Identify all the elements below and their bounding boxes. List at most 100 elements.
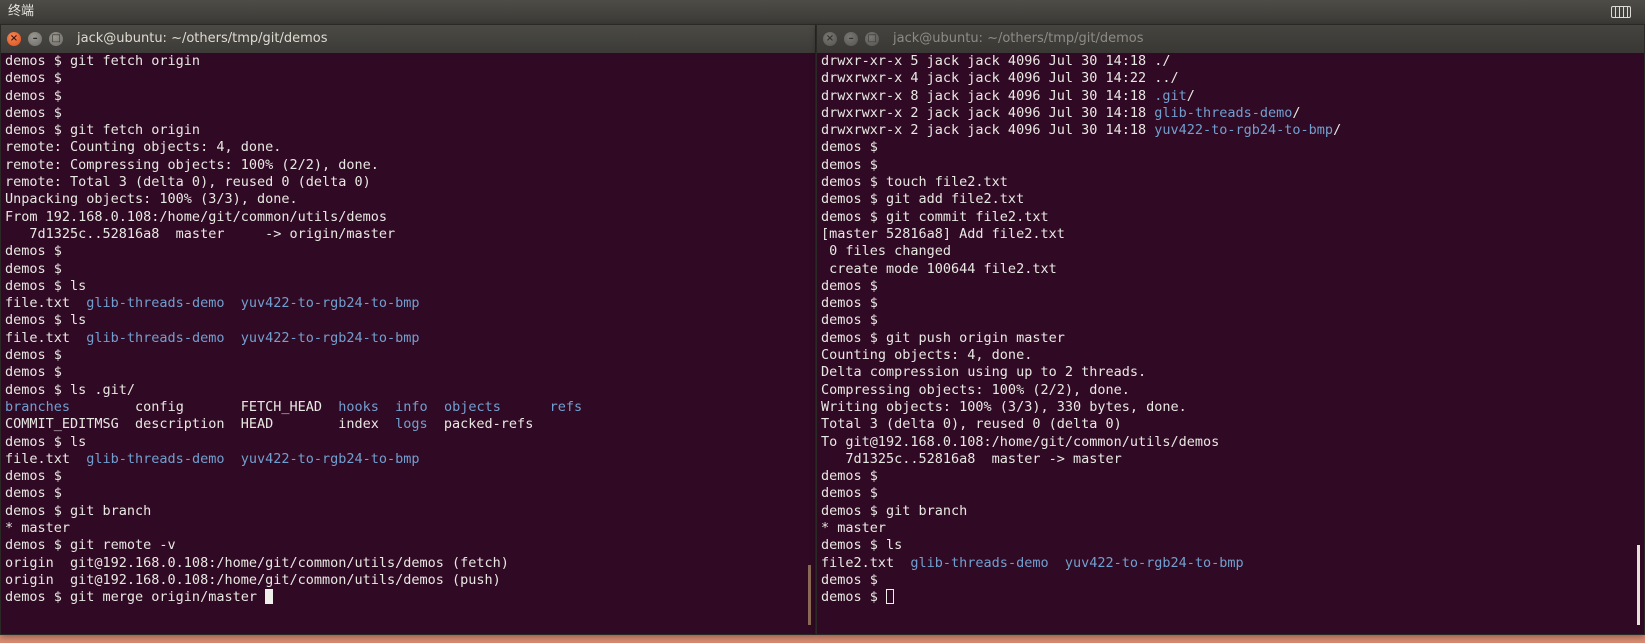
- window-titlebar[interactable]: × – □ jack@ubuntu: ~/others/tmp/git/demo…: [817, 25, 1644, 53]
- keyboard-icon[interactable]: [1611, 6, 1631, 18]
- terminal-text: demos $: [821, 295, 878, 312]
- directory-name: logs: [395, 416, 428, 433]
- terminal-line: demos $ git merge origin/master: [5, 589, 815, 606]
- terminal-text: demos $: [821, 156, 878, 173]
- terminal-line: demos $: [5, 88, 815, 105]
- app-title: 终端: [8, 4, 35, 19]
- scrollbar[interactable]: [808, 565, 811, 625]
- terminal-line: origin git@192.168.0.108:/home/git/commo…: [5, 555, 815, 572]
- terminal-line: To git@192.168.0.108:/home/git/common/ut…: [821, 434, 1644, 451]
- terminal-line: 7d1325c..52816a8 master -> master: [821, 451, 1644, 468]
- terminal-text: To git@192.168.0.108:/home/git/common/ut…: [821, 433, 1220, 450]
- directory-name: yuv422-to-rgb24-to-bmp: [240, 295, 420, 312]
- directory-name: glib-threads-demo: [86, 295, 225, 312]
- terminal-line: demos $ git add file2.txt: [821, 191, 1644, 208]
- terminal-line: demos $: [821, 312, 1644, 329]
- window-title: jack@ubuntu: ~/others/tmp/git/demos: [893, 31, 1144, 46]
- terminal-line: demos $ git fetch origin: [5, 122, 815, 139]
- terminal-text: origin git@192.168.0.108:/home/git/commo…: [5, 554, 509, 571]
- window-controls: × – □: [7, 32, 66, 46]
- window-controls: × – □: [823, 32, 882, 46]
- directory-name: objects: [443, 398, 501, 415]
- terminal-line: create mode 100644 file2.txt: [821, 261, 1644, 278]
- terminal-line: demos $ git remote -v: [5, 537, 815, 554]
- terminal-line: 7d1325c..52816a8 master -> origin/master: [5, 226, 815, 243]
- terminal-line: demos $: [5, 468, 815, 485]
- minimize-button[interactable]: –: [28, 32, 43, 46]
- terminal-line: demos $ git branch: [821, 503, 1644, 520]
- terminal-text: COMMIT_EDITMSG description HEAD index: [5, 416, 396, 433]
- terminal-text: remote: Total 3 (delta 0), reused 0 (del…: [5, 174, 371, 191]
- terminal-text: demos $: [5, 87, 62, 104]
- terminal-line: Compressing objects: 100% (2/2), done.: [821, 382, 1644, 399]
- close-button[interactable]: ×: [7, 32, 21, 46]
- terminal-line: drwxr-xr-x 5 jack jack 4096 Jul 30 14:18…: [821, 53, 1644, 70]
- terminal-line: demos $: [5, 261, 815, 278]
- terminal-text: demos $ git fetch origin: [5, 53, 201, 69]
- terminal-line: demos $: [5, 70, 815, 87]
- maximize-button[interactable]: □: [49, 32, 64, 46]
- directory-name: refs: [549, 398, 583, 415]
- terminal-line: origin git@192.168.0.108:/home/git/commo…: [5, 572, 815, 589]
- maximize-button[interactable]: □: [865, 32, 880, 46]
- terminal-text: Compressing objects: 100% (2/2), done.: [821, 381, 1130, 398]
- terminal-line: Delta compression using up to 2 threads.: [821, 364, 1644, 381]
- terminal-text: Total 3 (delta 0), reused 0 (delta 0): [821, 416, 1122, 433]
- terminal-text: demos $ ls: [5, 312, 87, 329]
- terminal-text: packed-refs: [427, 416, 534, 433]
- terminal-text: drwxr-xr-x 5 jack jack 4096 Jul 30 14:18…: [821, 53, 1171, 69]
- terminal-text: demos $ touch file2.txt: [821, 174, 1008, 191]
- terminal-line: demos $ touch file2.txt: [821, 174, 1644, 191]
- terminal-line: file2.txt glib-threads-demo yuv422-to-rg…: [821, 555, 1644, 572]
- terminal-window-right[interactable]: × – □ jack@ubuntu: ~/others/tmp/git/demo…: [816, 24, 1645, 635]
- terminal-text: demos $: [5, 468, 62, 485]
- terminal-text: demos $ git add file2.txt: [821, 191, 1025, 208]
- terminal-text: demos $ git remote -v: [5, 537, 176, 554]
- terminal-line: 0 files changed: [821, 243, 1644, 260]
- terminal-text: * master: [821, 520, 887, 537]
- terminal-line: demos $: [5, 105, 815, 122]
- terminal-line: file.txt glib-threads-demo yuv422-to-rgb…: [5, 295, 815, 312]
- terminal-text: file.txt: [5, 295, 87, 312]
- terminal-line: [master 52816a8] Add file2.txt: [821, 226, 1644, 243]
- terminal-text: demos $ ls: [5, 433, 87, 450]
- directory-name: branches: [5, 398, 71, 415]
- close-button[interactable]: ×: [823, 32, 837, 46]
- terminal-line: * master: [5, 520, 815, 537]
- terminal-line: demos $ ls: [5, 434, 815, 451]
- terminal-line: demos $: [5, 243, 815, 260]
- terminal-text: remote: Counting objects: 4, done.: [5, 139, 282, 156]
- terminal-text: Unpacking objects: 100% (3/3), done.: [5, 191, 298, 208]
- terminal-text: demos $: [5, 104, 62, 121]
- terminal-text: drwxrwxr-x 4 jack jack 4096 Jul 30 14:22…: [821, 70, 1179, 87]
- directory-name: yuv422-to-rgb24-to-bmp: [1064, 554, 1244, 571]
- terminal-line: demos $ ls: [821, 537, 1644, 554]
- terminal-text: demos $ ls: [5, 277, 87, 294]
- terminal-line: demos $: [5, 347, 815, 364]
- terminal-line: demos $: [5, 364, 815, 381]
- directory-name: yuv422-to-rgb24-to-bmp: [1154, 122, 1334, 139]
- terminal-line: demos $ ls: [5, 312, 815, 329]
- scrollbar[interactable]: [1637, 545, 1640, 625]
- minimize-button[interactable]: –: [844, 32, 859, 46]
- window-titlebar[interactable]: × – □ jack@ubuntu: ~/others/tmp/git/demo…: [1, 25, 815, 53]
- terminal-text: drwxrwxr-x 8 jack jack 4096 Jul 30 14:18: [821, 87, 1155, 104]
- terminal-line: From 192.168.0.108:/home/git/common/util…: [5, 209, 815, 226]
- terminal-line: demos $ ls: [5, 278, 815, 295]
- terminal-text: drwxrwxr-x 2 jack jack 4096 Jul 30 14:18: [821, 104, 1155, 121]
- terminal-line: Total 3 (delta 0), reused 0 (delta 0): [821, 416, 1644, 433]
- directory-name: glib-threads-demo: [1154, 104, 1293, 121]
- terminal-line: COMMIT_EDITMSG description HEAD index lo…: [5, 416, 815, 433]
- directory-name: yuv422-to-rgb24-to-bmp: [240, 450, 420, 467]
- terminal-text: file2.txt: [821, 554, 911, 571]
- terminal-window-left[interactable]: × – □ jack@ubuntu: ~/others/tmp/git/demo…: [0, 24, 816, 635]
- terminal-text: demos $: [821, 571, 878, 588]
- terminal-line: demos $: [821, 589, 1644, 606]
- terminal-line: Unpacking objects: 100% (3/3), done.: [5, 191, 815, 208]
- terminal-text: demos $: [821, 589, 887, 606]
- terminal-output[interactable]: drwxr-xr-x 5 jack jack 4096 Jul 30 14:18…: [821, 53, 1644, 634]
- terminal-output[interactable]: demos $ git fetch origin demos $ demos $ de…: [5, 53, 815, 634]
